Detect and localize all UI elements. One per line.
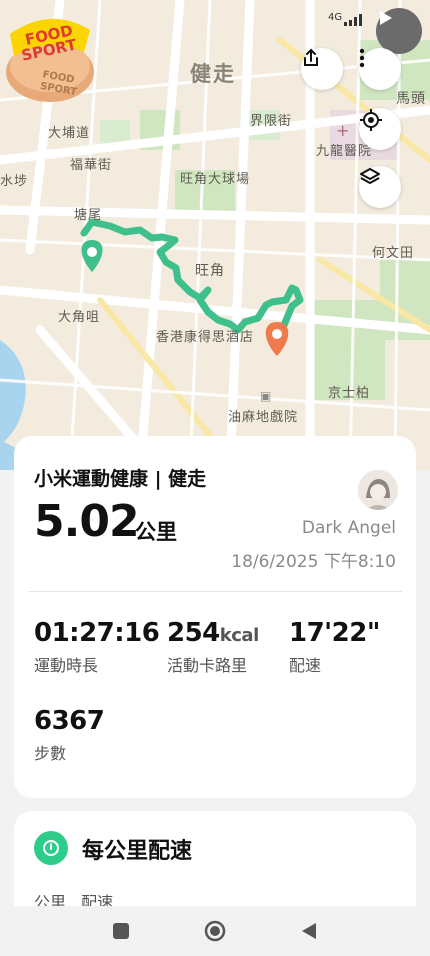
map-label-walk: 健走 [190, 62, 236, 86]
square-icon [113, 923, 129, 939]
end-marker-icon [265, 322, 289, 356]
start-marker-icon [81, 240, 103, 272]
divider [28, 591, 402, 592]
workout-title: 小米運動健康 | 健走 [34, 468, 207, 490]
avatar[interactable] [358, 470, 398, 510]
back-button[interactable] [296, 918, 322, 944]
stat-value: 17'22" [289, 618, 380, 648]
stat-label: 活動卡路里 [167, 656, 248, 675]
avatar-image [358, 470, 398, 510]
share-button[interactable] [301, 48, 343, 90]
pace-icon [34, 831, 68, 865]
route-map[interactable]: + ▣ 健走 九龍醫院 旺角大球場 旺角 何文田 大角咀 京士柏 油麻地戲院 塘… [0, 0, 430, 470]
map-label-mongkok: 旺角 [195, 263, 225, 279]
map-label-sham-shui-po: 水埗 [0, 174, 29, 189]
map-label-boundary-st: 界限街 [250, 114, 293, 129]
workout-datetime: 18/6/2025 下午8:10 [231, 552, 396, 572]
system-nav-bar [0, 906, 430, 956]
stat-label: 步數 [34, 744, 67, 763]
svg-text:▣: ▣ [260, 389, 271, 403]
stat-unit: kcal [219, 625, 259, 646]
map-label-ma-tau: 馬頭 [396, 91, 426, 107]
network-label: 4G [328, 12, 343, 23]
map-label-fa-hui: 福華街 [70, 158, 113, 173]
more-button[interactable] [359, 48, 401, 90]
map-label-kings-park: 京士柏 [328, 386, 371, 401]
map-label-stadium: 旺角大球場 [180, 172, 251, 187]
stat-label: 運動時長 [34, 656, 99, 675]
stat-pace: 17'22" 配速 [289, 618, 380, 676]
share-icon [304, 48, 318, 66]
back-triangle-icon [302, 923, 316, 939]
more-vertical-icon [359, 48, 365, 68]
home-circle-icon [204, 920, 226, 942]
map-label-theatre: 油麻地戲院 [228, 410, 299, 425]
stat-duration: 01:27:16 運動時長 [34, 618, 160, 676]
stat-value: 01:27:16 [34, 618, 160, 648]
username: Dark Angel [301, 518, 396, 538]
stat-value: 254kcal [167, 618, 259, 648]
stat-label: 配速 [289, 656, 322, 675]
map-label-ho-man-tin: 何文田 [372, 246, 415, 261]
record-icon [380, 11, 392, 25]
map-label-hotel: 香港康得思酒店 [156, 330, 255, 345]
map-label-tai-nam: 大埔道 [48, 126, 91, 141]
screen-record-button[interactable] [376, 8, 422, 54]
layers-icon [360, 168, 380, 184]
home-button[interactable] [202, 918, 228, 944]
layers-button[interactable] [359, 166, 401, 208]
pace-title: 每公里配速 [82, 839, 193, 864]
distance-unit: 公里 [135, 520, 177, 544]
locate-button[interactable] [359, 108, 401, 150]
stat-value: 6367 [34, 706, 105, 736]
stat-calories: 254kcal 活動卡路里 [167, 618, 259, 676]
signal-icon [344, 14, 362, 26]
locate-icon [360, 109, 382, 131]
workout-summary-card: 小米運動健康 | 健走 5.02 公里 Dark Angel 18/6/2025… [14, 436, 416, 798]
food-sport-logo: FOOD SPORT FOOD SPORT [2, 0, 98, 104]
map-label-tong-mei: 塘尾 [74, 208, 103, 223]
map-label-tai-kok-tsui: 大角咀 [58, 310, 101, 325]
recent-apps-button[interactable] [108, 918, 134, 944]
distance-value: 5.02 [34, 496, 140, 547]
svg-text:+: + [336, 121, 349, 140]
stat-steps: 6367 步數 [34, 706, 105, 764]
